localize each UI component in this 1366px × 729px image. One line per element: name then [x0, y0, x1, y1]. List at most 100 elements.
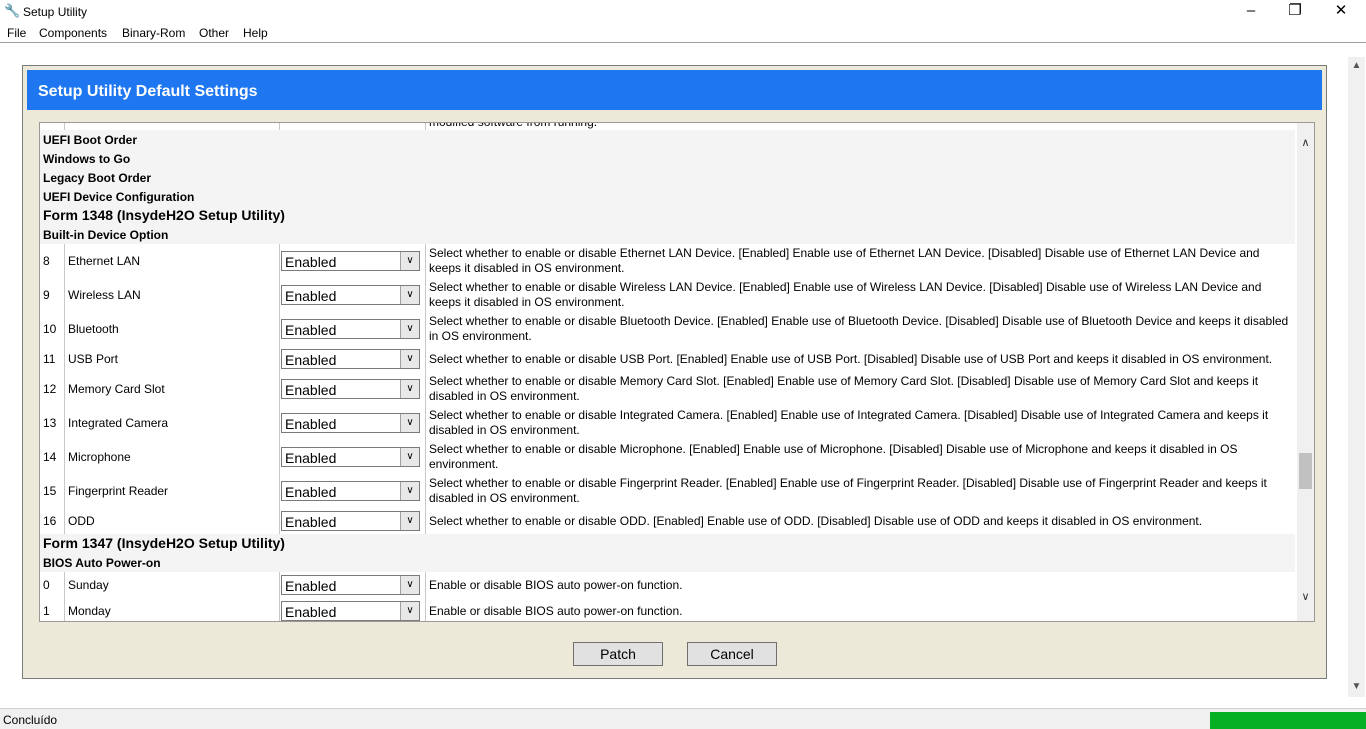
row-name-cell: USB Port	[65, 346, 280, 372]
settings-list: modified software from running. UEFI Boo…	[39, 122, 1315, 622]
row-index: 1	[43, 604, 50, 618]
chevron-down-icon[interactable]: ∨	[400, 252, 419, 270]
select-value: Enabled	[285, 450, 337, 466]
patch-button[interactable]: Patch	[573, 642, 663, 666]
window-scrollbar[interactable]: ▲ ▼	[1348, 57, 1365, 697]
value-select[interactable]: Enabled ∨	[281, 319, 420, 339]
row-description-cell: Select whether to enable or disable Ethe…	[425, 244, 1294, 278]
row-description-cell: Select whether to enable or disable Blue…	[425, 312, 1294, 346]
status-bar: Concluído	[0, 708, 1366, 729]
form-header-row: Form 1348 (InsydeH2O Setup Utility)	[40, 206, 1295, 226]
row-index: 15	[43, 484, 57, 498]
row-name-cell: Sunday	[65, 572, 280, 598]
row-index-cell: 16	[40, 508, 65, 534]
chevron-down-icon[interactable]: ∨	[400, 414, 419, 432]
section-row: UEFI Device Configuration	[40, 187, 1295, 207]
menu-other[interactable]: Other	[199, 26, 229, 40]
row-index-cell: 8	[40, 244, 65, 278]
maximize-button[interactable]: ❐	[1272, 0, 1318, 24]
table-row: 13 Integrated Camera Enabled ∨ Select whethe…	[40, 406, 1295, 441]
progress-bar	[1210, 712, 1366, 729]
list-scrollbar[interactable]: ∧ ∨	[1297, 123, 1314, 621]
row-description: Select whether to enable or disable Blue…	[429, 314, 1289, 343]
value-select[interactable]: Enabled ∨	[281, 349, 420, 369]
value-select[interactable]: Enabled ∨	[281, 251, 420, 271]
form-title: Form 1348 (InsydeH2O Setup Utility)	[43, 207, 285, 223]
progress-fill	[1210, 712, 1366, 729]
value-select[interactable]: Enabled ∨	[281, 379, 420, 399]
row-name: Microphone	[68, 450, 131, 464]
panel-header: Setup Utility Default Settings	[27, 70, 1322, 110]
chevron-down-icon[interactable]: ∨	[400, 576, 419, 594]
row-name-cell: Memory Card Slot	[65, 372, 280, 406]
select-value: Enabled	[285, 416, 337, 432]
scroll-thumb[interactable]	[1299, 453, 1312, 489]
value-select[interactable]: Enabled ∨	[281, 413, 420, 433]
chevron-down-icon[interactable]: ∨	[400, 602, 419, 620]
menu-components[interactable]: Components	[39, 26, 107, 40]
row-name-cell: Microphone	[65, 440, 280, 474]
section-title: Windows to Go	[43, 152, 131, 166]
row-name: Integrated Camera	[68, 416, 169, 430]
chevron-down-icon[interactable]: ∨	[400, 448, 419, 466]
row-index-cell: 11	[40, 346, 65, 372]
chevron-up-icon[interactable]: ∧	[1297, 135, 1314, 152]
select-value: Enabled	[285, 322, 337, 338]
page-title: Setup Utility Default Settings	[38, 83, 258, 100]
wrench-icon: 🔧	[4, 3, 21, 18]
row-description-cell: Select whether to enable or disable Inte…	[425, 406, 1294, 440]
scroll-up-icon[interactable]: ▲	[1348, 57, 1365, 74]
section-title: BIOS Auto Power-on	[43, 556, 161, 570]
menu-bar: File Components Binary-Rom Other Help	[0, 24, 1366, 42]
row-index-cell: 13	[40, 406, 65, 440]
row-description-cell: modified software from running.	[425, 123, 1294, 130]
section-title: Legacy Boot Order	[43, 171, 152, 185]
row-name-cell: Monday	[65, 598, 280, 621]
row-index-cell: 9	[40, 278, 65, 312]
value-select[interactable]: Enabled ∨	[281, 575, 420, 595]
section-row: BIOS Auto Power-on	[40, 553, 1295, 573]
row-index: 13	[43, 416, 57, 430]
chevron-down-icon[interactable]: ∨	[400, 320, 419, 338]
select-value: Enabled	[285, 382, 337, 398]
row-name: Sunday	[68, 578, 109, 592]
row-index-cell: 12	[40, 372, 65, 406]
table-row: 11 USB Port Enabled ∨ Select whether to enab…	[40, 346, 1295, 373]
chevron-down-icon[interactable]: ∨	[400, 512, 419, 530]
row-name-cell: Integrated Camera	[65, 406, 280, 440]
chevron-down-icon[interactable]: ∨	[400, 482, 419, 500]
row-index: 11	[43, 352, 56, 366]
chevron-down-icon[interactable]: ∨	[400, 380, 419, 398]
chevron-down-icon[interactable]: ∨	[400, 350, 419, 368]
select-value: Enabled	[285, 484, 337, 500]
value-select[interactable]: Enabled ∨	[281, 481, 420, 501]
row-description-cell: Enable or disable BIOS auto power-on fun…	[425, 598, 1294, 621]
row-name-cell: ODD	[65, 508, 280, 534]
menu-help[interactable]: Help	[243, 26, 268, 40]
chevron-down-icon[interactable]: ∨	[1297, 589, 1314, 606]
menu-binary-rom[interactable]: Binary-Rom	[122, 26, 185, 40]
table-row: 15 Fingerprint Reader Enabled ∨ Select wheth…	[40, 474, 1295, 509]
row-index-cell: 15	[40, 474, 65, 508]
row-name: USB Port	[68, 352, 119, 366]
close-button[interactable]: ✕	[1318, 0, 1364, 24]
row-name: Bluetooth	[68, 322, 119, 336]
chevron-down-icon[interactable]: ∨	[400, 286, 419, 304]
row-description: Select whether to enable or disable Ethe…	[429, 246, 1260, 275]
value-select[interactable]: Enabled ∨	[281, 447, 420, 467]
value-select[interactable]: Enabled ∨	[281, 511, 420, 531]
row-index: 8	[43, 254, 50, 268]
table-row: 8 Ethernet LAN Enabled ∨ Select whether to e…	[40, 244, 1295, 279]
cancel-button[interactable]: Cancel	[687, 642, 777, 666]
row-description-cell: Select whether to enable or disable Fing…	[425, 474, 1294, 508]
scroll-down-icon[interactable]: ▼	[1348, 678, 1365, 695]
row-description: Select whether to enable or disable USB …	[429, 352, 1273, 366]
minimize-button[interactable]: –	[1228, 0, 1274, 24]
row-description: Select whether to enable or disable Fing…	[429, 476, 1267, 505]
select-value: Enabled	[285, 578, 337, 594]
value-select[interactable]: Enabled ∨	[281, 601, 420, 621]
row-description: Enable or disable BIOS auto power-on fun…	[429, 604, 683, 618]
menu-file[interactable]: File	[7, 26, 26, 40]
row-name: Ethernet LAN	[68, 254, 141, 268]
value-select[interactable]: Enabled ∨	[281, 285, 420, 305]
